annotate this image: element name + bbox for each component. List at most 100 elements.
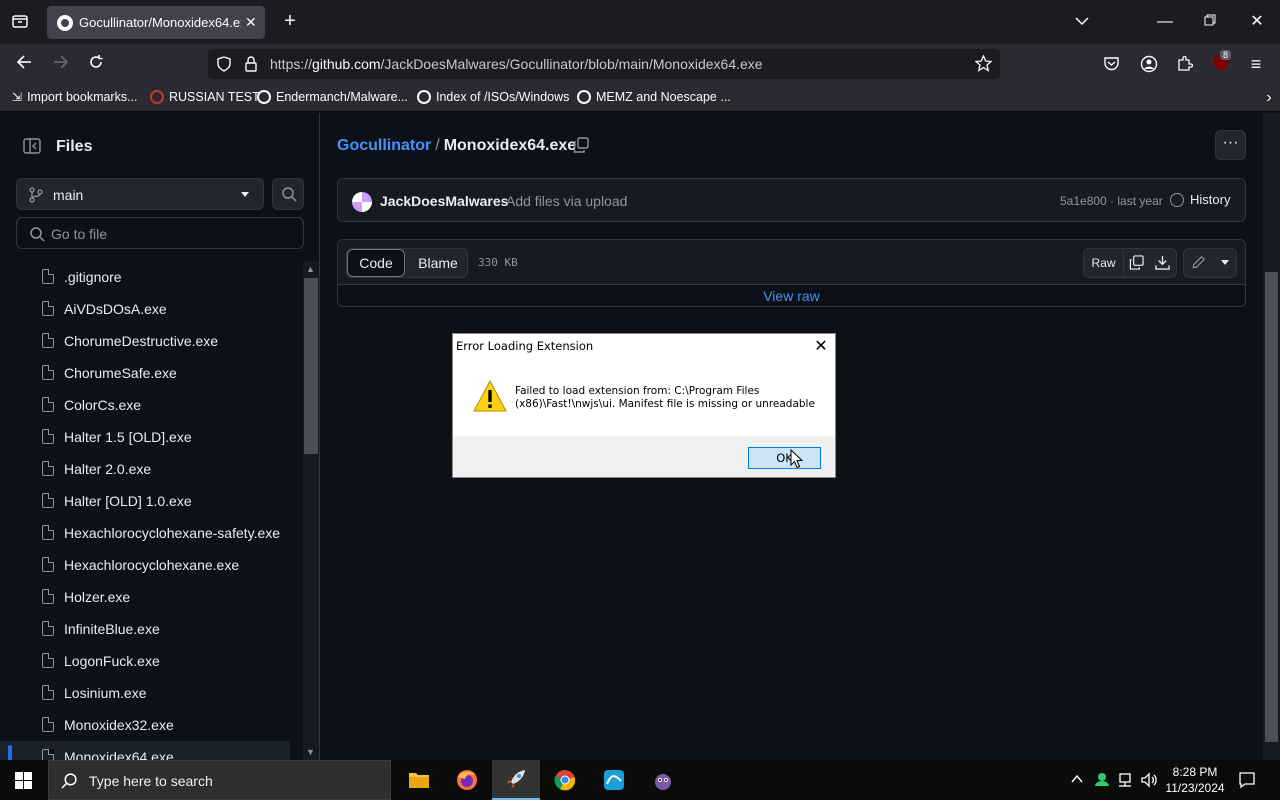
file-tree-item[interactable]: Losinium.exe — [0, 677, 290, 709]
file-icon — [42, 621, 54, 636]
copy-path-icon[interactable] — [573, 137, 589, 158]
more-options-button[interactable]: ··· — [1215, 130, 1246, 160]
new-tab-icon[interactable]: + — [280, 11, 300, 31]
page-scrollbar-thumb[interactable] — [1265, 272, 1278, 742]
kebab-horizontal-icon: ··· — [1222, 134, 1239, 151]
windows-logo-icon — [15, 772, 32, 789]
lock-icon[interactable] — [244, 56, 258, 77]
git-branch-icon — [29, 187, 43, 208]
tab-list-icon[interactable] — [10, 12, 30, 36]
rocket-app-icon[interactable] — [492, 760, 540, 800]
chrome-icon[interactable] — [541, 760, 589, 800]
tab-code[interactable]: Code — [347, 249, 405, 277]
pocket-icon[interactable] — [1103, 56, 1120, 77]
back-icon[interactable] — [14, 54, 34, 76]
shield-icon[interactable] — [216, 56, 232, 77]
file-tree-item[interactable]: ChorumeDestructive.exe — [0, 325, 290, 357]
taskbar-clock[interactable]: 8:28 PM 11/23/2024 — [1162, 764, 1228, 796]
file-tree-item[interactable]: LogonFuck.exe — [0, 645, 290, 677]
minimize-icon[interactable]: — — [1155, 12, 1175, 32]
bookmark-endermanch[interactable]: Endermanch/Malware... — [257, 90, 408, 104]
forward-icon[interactable] — [51, 54, 71, 76]
bookmark-label: Index of /ISOs/Windows — [436, 90, 570, 104]
file-tree-item-label: Holzer.exe — [64, 589, 131, 605]
file-tree-item[interactable]: Monoxidex64.exe — [0, 741, 290, 760]
bookmark-import[interactable]: ⇲ Import bookmarks... — [12, 90, 138, 104]
bookmark-memz[interactable]: MEMZ and Noescape ... — [577, 90, 731, 104]
url-bar[interactable]: https://github.com/JackDoesMalwares/Gocu… — [208, 49, 1000, 79]
menu-icon[interactable]: ≡ — [1246, 54, 1266, 74]
file-icon — [42, 749, 54, 760]
dialog-close-icon[interactable]: ✕ — [811, 336, 831, 356]
firefox-icon[interactable] — [443, 760, 491, 800]
download-icon[interactable] — [1154, 255, 1170, 271]
scroll-down-icon[interactable]: ▼ — [306, 747, 315, 757]
file-icon — [42, 525, 54, 540]
restore-icon[interactable] — [1200, 12, 1220, 32]
file-tree-item[interactable]: AiVDsDOsA.exe — [0, 293, 290, 325]
history-button[interactable]: History — [1170, 192, 1230, 207]
sidebar-scrollbar-thumb[interactable] — [304, 278, 318, 454]
file-tree-item[interactable]: Hexachlorocyclohexane-safety.exe — [0, 517, 290, 549]
file-tree-item[interactable]: Halter 2.0.exe — [0, 453, 290, 485]
commit-author[interactable]: JackDoesMalwares — [380, 193, 508, 209]
bookmark-label: Endermanch/Malware... — [276, 90, 409, 104]
bookmarks-overflow-icon[interactable]: › — [1262, 88, 1276, 108]
dialog-titlebar[interactable]: Error Loading Extension ✕ — [453, 334, 835, 356]
tray-app-icon[interactable] — [1094, 771, 1110, 792]
browser-tab-active[interactable]: Gocullinator/Monoxidex64.exe ✕ — [47, 6, 265, 39]
file-tree-item[interactable]: ColorCs.exe — [0, 389, 290, 421]
url-text[interactable]: https://github.com/JackDoesMalwares/Gocu… — [270, 56, 763, 72]
bookmark-star-icon[interactable] — [974, 54, 993, 77]
scroll-up-icon[interactable]: ▲ — [306, 264, 315, 274]
bookmark-russian-test[interactable]: RUSSIAN TEST — [150, 90, 260, 104]
volume-icon[interactable] — [1140, 772, 1158, 793]
pencil-icon[interactable] — [1191, 255, 1207, 271]
file-tree-item[interactable]: Halter [OLD] 1.0.exe — [0, 485, 290, 517]
notifications-icon[interactable] — [1238, 771, 1256, 794]
raw-button[interactable]: Raw — [1084, 249, 1124, 277]
file-tree-item-label: ColorCs.exe — [64, 397, 142, 413]
file-tree-item[interactable]: .gitignore — [0, 261, 290, 293]
account-icon[interactable] — [1140, 55, 1158, 78]
close-tab-icon[interactable]: ✕ — [245, 14, 257, 31]
file-tree-item[interactable]: ChorumeSafe.exe — [0, 357, 290, 389]
search-button[interactable] — [272, 178, 304, 210]
taskbar-search[interactable]: Type here to search — [48, 760, 391, 800]
view-raw-link[interactable]: View raw — [338, 286, 1245, 306]
dialog-title: Error Loading Extension — [456, 339, 594, 353]
file-icon — [42, 653, 54, 668]
chevron-down-icon[interactable] — [1072, 12, 1092, 32]
go-to-file-input[interactable] — [51, 224, 291, 244]
extensions-icon[interactable] — [1176, 55, 1194, 77]
repo-link[interactable]: Gocullinator — [337, 137, 431, 154]
go-to-file-field[interactable] — [16, 217, 304, 249]
file-explorer-icon[interactable] — [395, 760, 443, 800]
file-tree-item[interactable]: Monoxidex32.exe — [0, 709, 290, 741]
ublock-icon[interactable]: 8 — [1212, 50, 1232, 72]
bookmark-isos[interactable]: Index of /ISOs/Windows — [417, 90, 569, 104]
app-wave-icon[interactable] — [590, 760, 638, 800]
commit-hash-time[interactable]: 5a1e800 · last year — [1060, 194, 1163, 208]
file-tree-item-label: Monoxidex32.exe — [64, 717, 174, 733]
ok-button[interactable]: OK — [748, 447, 821, 469]
file-tree-item[interactable]: Halter 1.5 [OLD].exe — [0, 421, 290, 453]
collapse-sidebar-icon[interactable] — [23, 137, 41, 160]
reload-icon[interactable] — [86, 54, 106, 76]
commit-message[interactable]: Add files via upload — [506, 193, 627, 209]
file-tree-item[interactable]: InfiniteBlue.exe — [0, 613, 290, 645]
clock-time: 8:28 PM — [1172, 765, 1218, 779]
file-tree-item[interactable]: Holzer.exe — [0, 581, 290, 613]
copy-raw-icon[interactable] — [1128, 255, 1144, 271]
triangle-down-icon[interactable] — [1217, 255, 1233, 271]
branch-selector[interactable]: main — [16, 178, 264, 210]
file-tree-item[interactable]: Hexachlorocyclohexane.exe — [0, 549, 290, 581]
avatar[interactable] — [352, 192, 372, 212]
network-icon[interactable] — [1117, 772, 1133, 793]
file-tree-item-label: Monoxidex64.exe — [64, 749, 174, 760]
close-window-icon[interactable]: ✕ — [1247, 12, 1267, 32]
app-creature-icon[interactable] — [639, 760, 687, 800]
tray-chevron-up-icon[interactable] — [1071, 773, 1083, 787]
start-button[interactable] — [0, 760, 48, 800]
tab-blame[interactable]: Blame — [409, 249, 467, 277]
